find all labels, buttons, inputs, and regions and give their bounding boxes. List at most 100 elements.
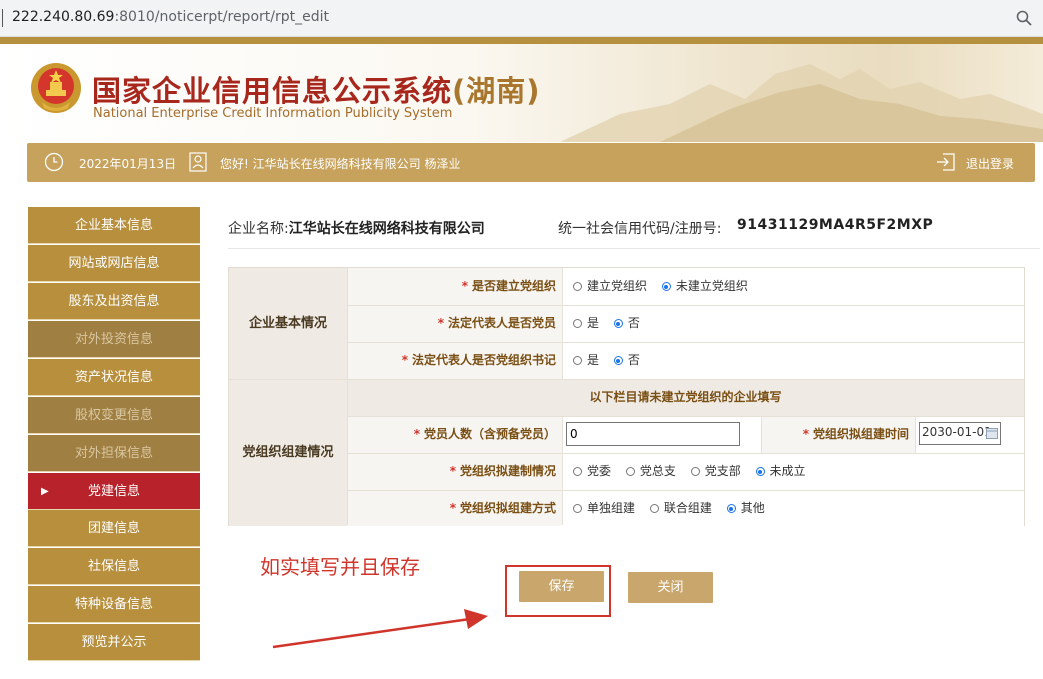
radio-method-joint[interactable]: 联合组建 — [649, 490, 712, 526]
save-button[interactable]: 保存 — [519, 571, 604, 602]
address-bar[interactable]: 222.240.80.69:8010/noticerpt/report/rpt_… — [0, 0, 1043, 37]
url-path: /noticerpt/report/rpt_edit — [154, 9, 329, 25]
grid-line — [761, 416, 762, 453]
planned-date-input[interactable]: 2030-01-01 — [919, 422, 1001, 445]
sidebar-item-label: 团建信息 — [87, 521, 140, 536]
site-subtitle: National Enterprise Credit Information P… — [93, 106, 453, 121]
member-count-cell — [562, 416, 761, 453]
url-host: 222.240.80.69 — [12, 9, 115, 25]
company-name: 江华站长在线网络科技有限公司 — [288, 221, 485, 237]
radio-structure-none[interactable]: 未成立 — [755, 453, 806, 490]
radio-selected-icon — [613, 356, 623, 365]
status-bar: 2022年01月13日 您好! 江华站长在线网络科技有限公司 杨泽业 退出登录 — [27, 143, 1035, 182]
logout-icon[interactable] — [936, 152, 956, 172]
radio-group-rep-member: 是 否 — [562, 305, 1024, 342]
header-top-stripe — [0, 37, 1043, 44]
active-arrow-icon: ▶ — [41, 486, 49, 497]
sidebar-item-social-security[interactable]: 社保信息 — [28, 548, 200, 585]
sidebar-item-investment: 对外投资信息 — [28, 321, 200, 358]
radio-method-single[interactable]: 单独组建 — [573, 490, 635, 526]
grid-line — [347, 342, 1024, 343]
url-port: :8010 — [114, 9, 155, 25]
sidebar-item-preview-publish[interactable]: 预览并公示 — [28, 624, 200, 661]
label-rep-is-member: * 法定代表人是否党员 — [347, 305, 562, 342]
site-title-province: (湖南) — [452, 74, 541, 108]
sidebar-item-label: 对外担保信息 — [74, 446, 153, 461]
logout-link[interactable]: 退出登录 — [966, 155, 1014, 172]
sidebar-item-label: 企业基本信息 — [74, 218, 153, 233]
label-member-count: * 党员人数（含预备党员） — [347, 416, 562, 453]
sidebar-item-league-building[interactable]: 团建信息 — [28, 510, 200, 547]
grid-line — [915, 416, 916, 453]
annotation-arrow-icon — [272, 609, 488, 649]
sidebar-item-label: 股东及出资信息 — [68, 294, 160, 309]
calendar-icon[interactable] — [986, 428, 998, 439]
radio-icon — [573, 282, 582, 291]
label-org-method: * 党组织拟组建方式 — [347, 490, 562, 526]
radio-structure-branch[interactable]: 党支部 — [690, 453, 741, 490]
company-name-row: 企业名称:江华站长在线网络科技有限公司 — [228, 218, 485, 238]
user-greeting: 您好! 江华站长在线网络科技有限公司 杨泽业 — [220, 157, 461, 171]
radio-rep-secretary-no[interactable]: 否 — [613, 342, 640, 379]
national-emblem-icon — [31, 63, 81, 113]
sidebar-item-label: 特种设备信息 — [74, 597, 153, 612]
zoom-icon[interactable] — [1015, 9, 1033, 27]
group-basic-situation: 企业基本情况 — [229, 268, 347, 379]
label-rep-is-secretary: * 法定代表人是否党组织书记 — [347, 342, 562, 379]
sidebar-item-equity-change: 股权变更信息 — [28, 397, 200, 434]
close-button[interactable]: 关闭 — [628, 572, 713, 603]
url-text[interactable]: 222.240.80.69:8010/noticerpt/report/rpt_… — [12, 9, 329, 25]
sidebar-item-basic-info[interactable]: 企业基本信息 — [28, 207, 200, 244]
radio-rep-secretary-yes[interactable]: 是 — [573, 342, 599, 379]
radio-icon — [573, 319, 582, 328]
text-cursor — [2, 9, 3, 27]
radio-establish-no[interactable]: 未建立党组织 — [661, 268, 748, 305]
sidebar-item-party-building[interactable]: ▶ 党建信息 — [28, 473, 200, 510]
sidebar-item-label: 社保信息 — [87, 559, 140, 574]
sidebar-item-label: 网站或网店信息 — [68, 256, 160, 271]
grid-line — [347, 416, 1024, 417]
section-note: 以下栏目请未建立党组织的企业填写 — [347, 379, 1024, 416]
radio-icon — [573, 467, 582, 476]
label-planned-date: * 党组织拟组建时间 — [761, 416, 915, 453]
site-title-main: 国家企业信用信息公示系统 — [92, 74, 453, 108]
member-count-input[interactable] — [566, 422, 740, 446]
sidebar-item-label: 股权变更信息 — [74, 408, 153, 423]
grid-line — [347, 490, 1024, 491]
sidebar-item-guarantee: 对外担保信息 — [28, 435, 200, 472]
radio-group-org-method: 单独组建 联合组建 其他 — [562, 490, 1024, 526]
radio-selected-icon — [613, 319, 623, 328]
mountain-decoration — [560, 64, 1043, 142]
clock-icon — [44, 152, 64, 172]
planned-date-value: 2030-01-01 — [922, 425, 992, 439]
radio-group-establish-party: 建立党组织 未建立党组织 — [562, 268, 1024, 305]
radio-establish-yes[interactable]: 建立党组织 — [573, 268, 647, 305]
radio-group-org-structure: 党委 党总支 党支部 未成立 — [562, 453, 1024, 490]
radio-rep-member-yes[interactable]: 是 — [573, 305, 599, 342]
sidebar-item-special-equipment[interactable]: 特种设备信息 — [28, 586, 200, 623]
grid-line — [347, 268, 348, 525]
radio-structure-general-branch[interactable]: 党总支 — [625, 453, 676, 490]
radio-icon — [649, 504, 659, 513]
radio-method-other[interactable]: 其他 — [726, 490, 765, 526]
sidebar-item-label: 党建信息 — [87, 484, 140, 499]
sidebar-item-website[interactable]: 网站或网店信息 — [28, 245, 200, 282]
radio-icon — [573, 504, 582, 513]
sidebar-item-label: 资产状况信息 — [74, 370, 153, 385]
group-party-org: 党组织组建情况 — [229, 379, 347, 526]
sidebar-item-label: 预览并公示 — [81, 635, 147, 650]
radio-icon — [573, 356, 582, 365]
sidebar-item-assets[interactable]: 资产状况信息 — [28, 359, 200, 396]
planned-date-cell: 2030-01-01 — [915, 416, 1024, 453]
radio-structure-committee[interactable]: 党委 — [573, 453, 611, 490]
party-info-form: 企业基本情况 党组织组建情况 * 是否建立党组织 建立党组织 未建立党组织 * 法定… — [228, 267, 1025, 526]
user-icon — [189, 152, 207, 172]
company-name-label: 企业名称: — [228, 221, 289, 237]
radio-rep-member-no[interactable]: 否 — [613, 305, 640, 342]
grid-line — [347, 305, 1024, 306]
radio-icon — [690, 467, 700, 476]
label-establish-party: * 是否建立党组织 — [347, 268, 562, 305]
label-org-structure: * 党组织拟建制情况 — [347, 453, 562, 490]
sidebar-item-shareholders[interactable]: 股东及出资信息 — [28, 283, 200, 320]
radio-group-rep-secretary: 是 否 — [562, 342, 1024, 379]
